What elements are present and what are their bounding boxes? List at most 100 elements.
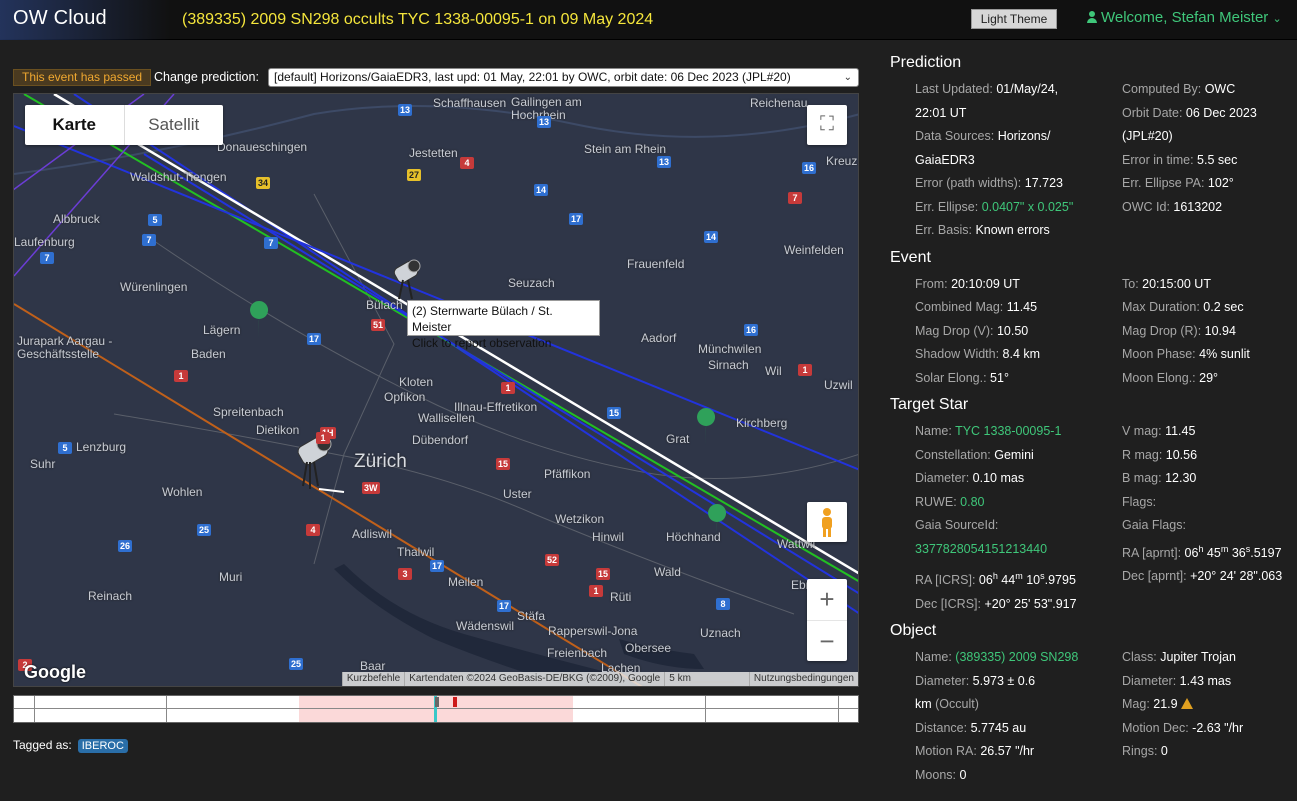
- info-value: 20:10:09 UT: [951, 276, 1020, 291]
- info-row: Err. Ellipse: 0.0407" x 0.025": [915, 196, 1122, 220]
- info-label: RUWE:: [915, 494, 961, 509]
- info-value: Horizons/: [997, 129, 1051, 143]
- info-value: 10.94: [1204, 323, 1236, 338]
- info-value: 10.50: [996, 323, 1029, 338]
- map-town-label: Kloten: [399, 375, 434, 389]
- info-row: Mag Drop (V): 10.50: [915, 320, 1122, 344]
- event-timeline[interactable]: [13, 695, 859, 723]
- info-value: 5.5 sec: [1197, 152, 1238, 167]
- info-row: Orbit Date: 06 Dec 2023: [1122, 102, 1297, 126]
- info-value[interactable]: 0.0407" x 0.025": [982, 200, 1074, 214]
- map-town-label: Frauenfeld: [627, 257, 685, 271]
- poi-pin-laegern[interactable]: [250, 301, 269, 339]
- info-label: Last Updated:: [915, 82, 997, 96]
- info-label: Error in time:: [1122, 152, 1198, 167]
- target-star-section: Target Star Name: TYC 1338-00095-1 V mag:…: [890, 396, 1290, 616]
- info-label: Dec [aprnt]:: [1122, 569, 1191, 584]
- info-label: From:: [915, 276, 952, 291]
- road-shield: 26: [118, 540, 133, 552]
- info-value: 21.9: [1153, 697, 1178, 712]
- road-shield: 14: [704, 231, 719, 243]
- map-town-label: Uzwil: [824, 378, 853, 392]
- prediction-select[interactable]: [default] Horizons/GaiaEDR3, last upd: 0…: [268, 68, 859, 87]
- road-shield: 15: [596, 568, 611, 580]
- info-row: Err. Basis: Known errors: [915, 219, 1122, 243]
- info-label: RA [ICRS]:: [915, 573, 979, 588]
- target-star-title: Target Star: [890, 396, 969, 413]
- map-type-satellit[interactable]: Satellit: [125, 105, 224, 145]
- info-value: 4% sunlit: [1199, 347, 1250, 361]
- info-row: RA [aprnt]: 06h 45m 36s.5197: [1122, 538, 1297, 566]
- info-label: Orbit Date:: [1122, 105, 1186, 120]
- info-value: km (Occult): [915, 697, 979, 712]
- info-value[interactable]: TYC 1338-00095-1: [955, 424, 1061, 438]
- info-label: B mag:: [1122, 471, 1166, 485]
- fullscreen-button[interactable]: ⛶: [807, 105, 847, 145]
- brand-logo[interactable]: OW Cloud: [13, 7, 107, 30]
- road-shield: 27: [407, 169, 422, 181]
- info-row: 3377828054151213440: [915, 538, 1122, 566]
- info-row: Distance: 5.7745 au: [915, 717, 1122, 741]
- info-row: From: 20:10:09 UT: [915, 273, 1122, 297]
- info-row: Max Duration: 0.2 sec: [1122, 296, 1297, 320]
- map-town-label: Zürich: [354, 451, 407, 472]
- info-label: Computed By:: [1122, 82, 1205, 96]
- map-scale[interactable]: 5 km: [664, 672, 749, 686]
- info-row: Constellation: Gemini: [915, 444, 1122, 468]
- road: [143, 233, 858, 479]
- info-value: Jupiter Trojan: [1160, 650, 1236, 665]
- welcome-text: Welcome, Stefan Meister: [1101, 9, 1269, 26]
- map-type-karte[interactable]: Karte: [25, 105, 125, 145]
- info-value: 0.10 mas: [972, 471, 1025, 485]
- info-value: Known errors: [975, 223, 1050, 237]
- map-town-label: Dübendorf: [412, 433, 469, 447]
- map-town-label: Uznach: [700, 626, 741, 640]
- keyboard-shortcuts-link[interactable]: Kurzbefehle: [341, 672, 404, 686]
- poi-pin-grat[interactable]: [697, 408, 716, 446]
- info-label: V mag:: [1122, 424, 1166, 438]
- info-label: Err. Basis:: [915, 223, 976, 237]
- info-value: GaiaEDR3: [915, 152, 975, 167]
- info-row: Solar Elong.: 51°: [915, 367, 1122, 391]
- map-town-label: Wald: [654, 565, 681, 579]
- map-town-label: Lenzburg: [76, 440, 127, 454]
- zoom-out-button[interactable]: −: [807, 620, 847, 661]
- info-row: Moon Elong.: 29°: [1122, 367, 1297, 391]
- terms-link[interactable]: Nutzungsbedingungen: [748, 672, 858, 686]
- map-town-label: Grat: [666, 432, 690, 446]
- info-value: 12.30: [1165, 471, 1197, 485]
- road-shield: 1: [798, 364, 812, 376]
- info-row: B mag: 12.30: [1122, 467, 1297, 491]
- info-label: Motion Dec:: [1122, 720, 1193, 735]
- zoom-in-button[interactable]: +: [807, 579, 847, 620]
- event-headline: (389335) 2009 SN298 occults TYC 1338-000…: [182, 11, 654, 28]
- timeline-tick: [166, 696, 167, 722]
- info-label: Error (path widths):: [915, 176, 1025, 190]
- map-town-label: Bülach: [366, 298, 403, 312]
- user-menu[interactable]: Welcome, Stefan Meister ⌄: [1087, 9, 1282, 26]
- info-label: Moons:: [915, 767, 960, 782]
- info-value: 20:15:00 UT: [1142, 276, 1211, 291]
- tooltip-title: (2) Sternwarte Bülach / St. Meister: [412, 304, 553, 334]
- details-panel: Prediction Last Updated: 01/May/24, Compu…: [890, 54, 1290, 793]
- info-row: Err. Ellipse PA: 102°: [1122, 172, 1297, 196]
- change-prediction-label: Change prediction:: [154, 70, 259, 84]
- info-value[interactable]: 0.80: [960, 495, 984, 509]
- info-row: Name: TYC 1338-00095-1: [915, 420, 1122, 444]
- road-shield: 17: [497, 600, 512, 612]
- tag-iberoc[interactable]: IBEROC: [77, 739, 128, 753]
- info-value[interactable]: 3377828054151213440: [915, 542, 1047, 556]
- road-shield: 3W: [362, 482, 380, 494]
- map-town-label: Obersee: [625, 641, 672, 655]
- info-value: 10.56: [1165, 447, 1198, 462]
- map-town-label: Seuzach: [508, 276, 555, 290]
- telescope-marker-buelach[interactable]: [392, 259, 421, 300]
- prediction-title: Prediction: [890, 54, 962, 71]
- google-logo: Google: [24, 662, 86, 682]
- marker-tooltip[interactable]: (2) Sternwarte Bülach / St. Meister Clic…: [407, 300, 600, 350]
- map[interactable]: Schaffhausen Gailingen am Hochrhein Reiche…: [13, 93, 859, 687]
- street-view-pegman[interactable]: [807, 502, 847, 542]
- info-value[interactable]: (389335) 2009 SN298: [955, 650, 1078, 664]
- road-shield: 1: [589, 585, 603, 597]
- light-theme-button[interactable]: Light Theme: [971, 9, 1057, 29]
